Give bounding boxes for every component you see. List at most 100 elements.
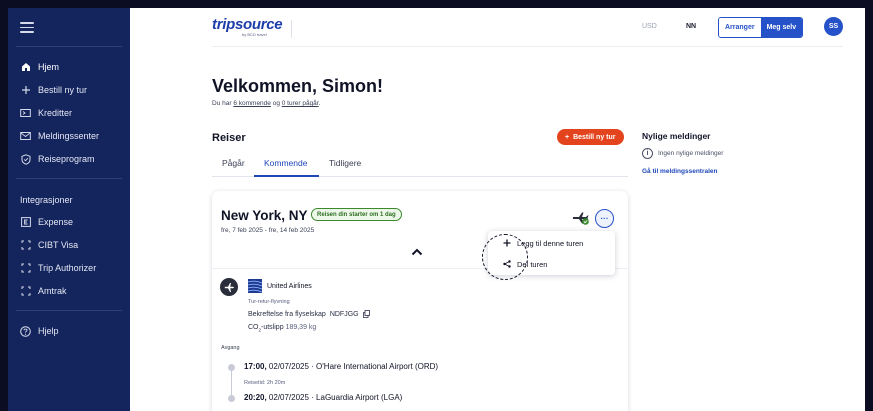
copy-icon[interactable]: [362, 310, 370, 318]
co2-emissions: CO2-utslipp 189,39 kg: [248, 324, 316, 332]
departure-line: 17:00, 02/07/2025 · O'Hare International…: [244, 362, 438, 371]
departure-details: 02/07/2025 · O'Hare International Airpor…: [266, 362, 439, 371]
airline-name: United Airlines: [267, 283, 312, 290]
bracket-icon: [20, 286, 31, 297]
sidebar-divider: [16, 310, 122, 311]
sidebar-item-label: Hjelp: [38, 326, 59, 336]
plus-icon: [20, 85, 31, 96]
myself-toggle-button[interactable]: Meg selv: [760, 18, 803, 37]
more-options-button[interactable]: ···: [595, 209, 614, 228]
sidebar-item-label: Hjem: [38, 62, 60, 72]
menu-item-share-trip[interactable]: Del turen: [503, 258, 547, 270]
sidebar-item-label: Kreditter: [38, 108, 73, 118]
no-messages-text: Ingen nylige meldinger: [658, 150, 724, 157]
upcoming-trips-link[interactable]: 6 kommende: [233, 100, 271, 107]
currency-selector[interactable]: USD: [642, 23, 657, 30]
tripsource-logo[interactable]: tripsource by BCD travel: [212, 16, 283, 37]
arrival-line: 20:20, 02/07/2025 · LaGuardia Airport (L…: [244, 393, 402, 402]
sidebar-item-label: CIBT Visa: [38, 240, 79, 250]
sidebar-divider: [16, 178, 122, 179]
header-divider: [212, 46, 843, 47]
sidebar-item-expense[interactable]: Expense: [20, 215, 73, 229]
co2-label: CO: [248, 324, 259, 331]
message-center-link[interactable]: Gå til meldingssentralen: [642, 168, 718, 175]
sidebar-item-credits[interactable]: Kreditter: [20, 106, 72, 120]
menu-item-label: Legg til denne turen: [517, 238, 584, 248]
sidebar-item-home[interactable]: Hjem: [20, 60, 59, 74]
integrations-heading: Integrasjoner: [20, 195, 73, 205]
book-button-label: Bestill ny tur: [573, 133, 616, 141]
united-airlines-logo-icon: [247, 279, 263, 293]
airplane-icon: [220, 278, 238, 296]
flight-type: Tur-retur-flyvning: [248, 299, 290, 305]
shield-check-icon: [20, 153, 31, 165]
plus-icon: +: [565, 133, 570, 141]
co2-label-suffix: -utslipp: [261, 324, 284, 331]
sidebar-item-book-trip[interactable]: Bestill ny tur: [20, 83, 87, 97]
timeline-dot: [228, 364, 235, 371]
expense-icon: [20, 217, 31, 228]
info-icon: i: [642, 148, 653, 159]
sidebar-item-label: Trip Authorizer: [38, 263, 97, 273]
page-title: Velkommen, Simon!: [212, 76, 384, 96]
header-separator: [291, 20, 292, 38]
chevron-up-icon[interactable]: [411, 243, 423, 256]
plus-icon: [503, 239, 511, 247]
book-new-trip-button[interactable]: + Bestill ny tur: [557, 129, 624, 145]
bracket-icon: [20, 240, 31, 251]
sidebar-item-label: Bestill ny tur: [38, 85, 88, 95]
status-badge: Reisen din starter om 1 dag: [311, 208, 402, 221]
airline-confirmation: Bekreftelse fra flyselskap NDFJGG: [248, 310, 370, 318]
confirmation-code: NDFJGG: [329, 310, 359, 318]
sidebar-item-trip-authorizer[interactable]: Trip Authorizer: [20, 261, 96, 275]
home-icon: [20, 62, 31, 73]
sidebar-item-travel-program[interactable]: Reiseprogram: [20, 152, 95, 166]
avatar[interactable]: SS: [824, 17, 843, 36]
sidebar-item-label: Amtrak: [38, 286, 67, 296]
trip-summary: Du har 6 kommende og 0 turer pågår.: [212, 100, 320, 107]
sidebar-item-amtrak[interactable]: Amtrak: [20, 284, 67, 298]
bracket-icon: [20, 263, 31, 274]
menu-item-add-trip[interactable]: Legg til denne turen: [503, 237, 583, 249]
ongoing-trips-link[interactable]: 0 turer pågår: [282, 100, 319, 107]
trip-destination: New York, NY: [221, 208, 308, 223]
arrival-details: 02/07/2025 · LaGuardia Airport (LGA): [266, 393, 403, 402]
no-messages-notice: i Ingen nylige meldinger: [642, 148, 723, 159]
arrival-time: 20:20,: [244, 393, 267, 402]
help-icon: [20, 325, 31, 337]
summary-text: Du har: [212, 100, 234, 107]
sidebar-item-help[interactable]: Hjelp: [20, 324, 59, 338]
trip-options-menu: Legg til denne turen Del turen: [488, 231, 615, 275]
flight-duration: Reisetid: 2h 20m: [244, 380, 286, 386]
menu-item-label: Del turen: [517, 259, 548, 269]
active-tab-indicator: [254, 175, 319, 177]
booking-mode-toggle: Arranger Meg selv: [718, 17, 804, 38]
trip-card[interactable]: New York, NY Reisen din starter om 1 dag…: [212, 191, 628, 411]
sidebar-item-label: Expense: [38, 217, 74, 227]
sidebar-item-label: Reiseprogram: [38, 154, 95, 164]
sidebar-item-label: Meldingssenter: [38, 131, 100, 141]
co2-value: 189,39 kg: [285, 324, 317, 331]
arranger-toggle-button[interactable]: Arranger: [719, 18, 761, 37]
language-selector[interactable]: NN: [686, 23, 696, 30]
trips-heading: Reiser: [212, 132, 246, 144]
departure-time: 17:00,: [244, 362, 267, 371]
trip-dates: fre, 7 feb 2025 - fre, 14 feb 2025: [221, 227, 315, 234]
share-icon: [503, 260, 511, 268]
sidebar: Hjem Bestill ny tur Kreditter Meldingsse…: [8, 8, 130, 411]
ticket-icon: [20, 108, 31, 119]
summary-text: og: [270, 100, 282, 107]
tab-upcoming[interactable]: Kommende: [264, 158, 307, 168]
timeline-dot: [228, 395, 235, 402]
sidebar-item-cibt-visa[interactable]: CIBT Visa: [20, 238, 78, 252]
hamburger-menu-icon[interactable]: [20, 22, 34, 34]
sidebar-item-message-center[interactable]: Meldingssenter: [20, 129, 99, 143]
logo-text: tripsource: [212, 16, 283, 33]
tab-past[interactable]: Tidligere: [329, 158, 361, 168]
direction-label: Avgang: [221, 345, 240, 351]
mail-icon: [20, 131, 31, 142]
tab-ongoing[interactable]: Pågår: [222, 158, 245, 168]
confirmation-label: Bekreftelse fra flyselskap: [248, 310, 326, 318]
sidebar-divider: [16, 46, 122, 47]
summary-text: .: [318, 100, 321, 107]
